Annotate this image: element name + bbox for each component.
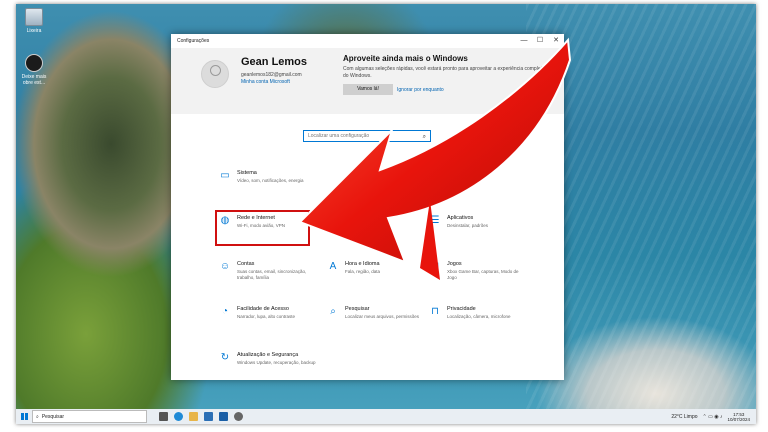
tile-title: Atualização e Segurança (237, 352, 299, 358)
settings-search-input[interactable]: Localizar uma configuração ⌕ (303, 130, 431, 142)
laptop-icon: ▭ (220, 170, 230, 181)
system-tray: 22°C Limpo ⌃ ▭ ◉ ♪ 17:53 10/07/2024 (671, 412, 756, 422)
screen: Lixeira Deixe mais obre est... Configura… (16, 4, 756, 424)
tray-icons[interactable]: ⌃ ▭ ◉ ♪ (703, 414, 723, 420)
skip-link[interactable]: Ignorar por enquanto (397, 87, 444, 93)
tile-aplicativos[interactable]: ☰ Aplicativos Desinstalar, padrões (429, 215, 524, 253)
tile-title: Contas (237, 261, 255, 267)
tile-desc: Xbox Game Bar, capturas, Modo de Jogo (447, 269, 519, 280)
tile-desc: Localizar meus arquivos, permissões (345, 314, 420, 319)
promo-title: Aproveite ainda mais o Windows (343, 54, 468, 63)
tile-desc: Localização, câmera, microfone (447, 314, 511, 319)
recycle-bin-icon[interactable]: Lixeira (19, 8, 49, 34)
taskbar-search[interactable]: ⌕ Pesquisar (32, 410, 147, 423)
start-button[interactable] (16, 409, 32, 424)
search-icon: ⌕ (422, 134, 426, 140)
tile-sistema[interactable]: ▭ Sistema Vídeo, som, notificações, ener… (219, 170, 314, 208)
search-placeholder: Localizar uma configuração (308, 133, 370, 139)
tile-title: Aplicativos (447, 215, 474, 221)
tile-privacidade[interactable]: ⊓ Privacidade Localização, câmera, micro… (429, 306, 524, 344)
avatar (201, 60, 229, 88)
tile-desc: Suas contas, email, sincronização, traba… (237, 269, 307, 280)
tile-desc: Windows Update, recuperação, backup (237, 360, 316, 365)
search-icon: ⌕ (36, 413, 39, 420)
close-button[interactable]: ✕ (548, 34, 564, 48)
task-view-icon[interactable] (159, 412, 168, 421)
tile-hora-e-idioma[interactable]: A Hora e Idioma Fala, região, data (327, 261, 422, 299)
desktop-shortcut-icon[interactable]: Deixe mais obre est... (19, 54, 49, 86)
tile-title: Sistema (237, 170, 257, 176)
maximize-button[interactable]: ☐ (532, 34, 548, 48)
tile-contas[interactable]: ☺ Contas Suas contas, email, sincronizaç… (219, 261, 314, 299)
accessibility-icon: ◔ (221, 306, 229, 317)
user-email: geanlemos182@gmail.com (241, 72, 302, 78)
title-bar[interactable]: Configurações — ☐ ✕ (171, 34, 564, 48)
tile-desc: Vídeo, som, notificações, energia (237, 178, 304, 183)
tile-atualizacao-e-seguranca[interactable]: ↻ Atualização e Segurança Windows Update… (219, 352, 316, 390)
minimize-button[interactable]: — (516, 34, 532, 48)
recycle-bin-label: Lixeira (26, 28, 42, 34)
tile-desc: Fala, região, data (345, 269, 381, 274)
language-icon: A (329, 261, 337, 272)
promo-button[interactable]: Vamos lá! (343, 84, 393, 95)
tile-title: Privacidade (447, 306, 476, 312)
user-name: Gean Lemos (241, 56, 308, 68)
account-banner: Gean Lemos geanlemos182@gmail.com Minha … (171, 48, 564, 114)
tile-title: Facilidade de Acesso (237, 306, 289, 312)
sync-icon: ↻ (220, 352, 230, 363)
tile-facilidade-de-acesso[interactable]: ◔ Facilidade de Acesso Narrador, lupa, a… (219, 306, 314, 344)
desktop-shortcut-label: Deixe mais obre est... (21, 74, 47, 86)
weather-text[interactable]: 22°C Limpo (671, 414, 697, 420)
taskbar: ⌕ Pesquisar 22°C Limpo ⌃ ▭ ◉ ♪ 17:53 10/… (16, 409, 756, 424)
tile-desc: Desinstalar, padrões (447, 223, 489, 228)
tile-desc: Narrador, lupa, alto contraste (237, 314, 296, 319)
apps-icon: ☰ (430, 215, 440, 226)
tile-title: Jogos (447, 261, 462, 267)
edge-icon[interactable] (174, 412, 183, 421)
microsoft-account-link[interactable]: Minha conta Microsoft (241, 79, 290, 85)
file-explorer-icon[interactable] (189, 412, 198, 421)
search-icon: ⌕ (330, 306, 336, 317)
tile-title: Hora e Idioma (345, 261, 380, 267)
person-icon: ☺ (219, 261, 231, 272)
settings-window: Configurações — ☐ ✕ Gean Lemos geanlemos… (171, 34, 564, 380)
clock-date: 10/07/2024 (727, 416, 750, 422)
lock-icon: ⊓ (431, 306, 439, 317)
recycle-bin-glyph (25, 8, 43, 26)
pinned-apps (159, 412, 243, 421)
highlight-box (215, 210, 310, 246)
tile-pesquisar[interactable]: ⌕ Pesquisar Localizar meus arquivos, per… (327, 306, 422, 344)
promo-text: Com algumas seleções rápidas, você estar… (343, 66, 545, 79)
mail-icon[interactable] (219, 412, 228, 421)
settings-gear-icon[interactable] (234, 412, 243, 421)
gamepad-icon: ⊡ (430, 261, 440, 272)
tile-jogos[interactable]: ⊡ Jogos Xbox Game Bar, capturas, Modo de… (429, 261, 524, 299)
store-icon[interactable] (204, 412, 213, 421)
tile-title: Pesquisar (345, 306, 370, 312)
clock[interactable]: 17:53 10/07/2024 (727, 412, 750, 422)
windows-logo-icon (20, 413, 28, 420)
window-title: Configurações (177, 38, 210, 44)
taskbar-search-label: Pesquisar (41, 413, 65, 420)
shortcut-glyph (25, 54, 43, 72)
